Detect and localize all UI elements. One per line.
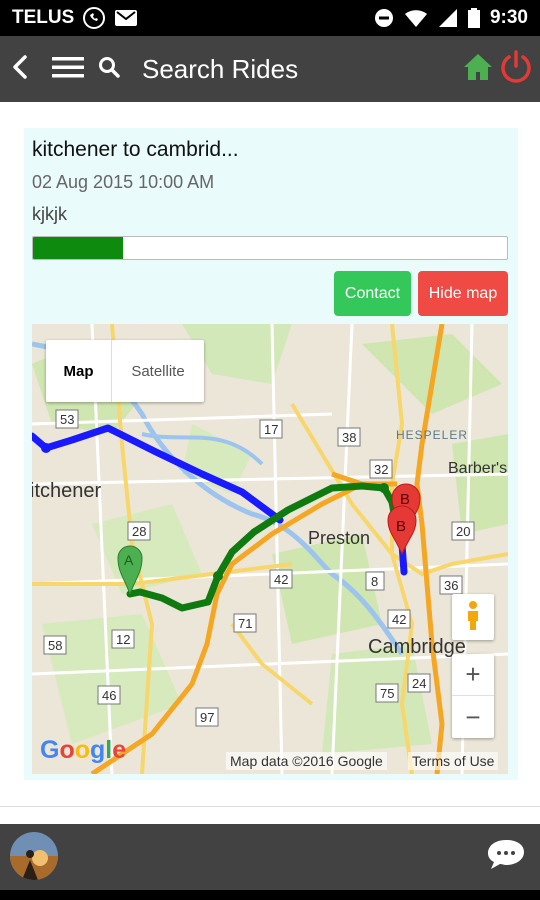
- search-icon: [98, 56, 120, 83]
- zoom-control: + −: [452, 654, 494, 738]
- map-attribution: Map data ©2016 Google: [226, 752, 387, 770]
- ride-title: kitchener to cambrid...: [32, 138, 239, 161]
- road-label: 38: [342, 430, 356, 445]
- back-button[interactable]: [2, 36, 38, 102]
- road-label: 36: [444, 578, 458, 593]
- road-label: 42: [274, 572, 288, 587]
- wifi-icon: [404, 8, 428, 28]
- status-bar: TELUS 9:30: [0, 0, 540, 36]
- marker-b-label: B: [396, 518, 406, 535]
- content-area: kitchener to cambrid... 02 Aug 2015 10:0…: [0, 102, 540, 824]
- carrier-label: TELUS: [12, 7, 75, 28]
- progress-fill: [33, 237, 124, 259]
- road-label: 75: [380, 686, 394, 701]
- map-type-map-button[interactable]: Map: [46, 340, 112, 402]
- road-label: 42: [392, 612, 406, 627]
- road-label: 24: [412, 676, 426, 691]
- pegman-icon: [464, 600, 482, 635]
- ride-card: kitchener to cambrid... 02 Aug 2015 10:0…: [24, 128, 518, 780]
- menu-button[interactable]: [48, 36, 88, 102]
- place-label: itchener: [32, 480, 102, 502]
- marker-a-label: A: [124, 552, 134, 568]
- road-label: 53: [60, 412, 74, 427]
- road-label: 8: [371, 574, 378, 589]
- page-title: Search Rides: [142, 53, 299, 84]
- road-label: 97: [200, 710, 214, 725]
- clock: 9:30: [489, 7, 528, 28]
- ride-progress-bar: [32, 236, 508, 260]
- road-label: 20: [456, 524, 470, 539]
- road-label: 32: [374, 462, 388, 477]
- road-label: 12: [116, 632, 130, 647]
- place-label: Barber's: [448, 460, 508, 477]
- street-view-button[interactable]: [452, 594, 494, 640]
- ride-note: kjkjk: [32, 204, 67, 224]
- do-not-disturb-icon: [374, 8, 394, 28]
- map-type-satellite-button[interactable]: Satellite: [112, 340, 204, 402]
- search-button[interactable]: [92, 36, 126, 102]
- zoom-out-button[interactable]: −: [452, 696, 494, 738]
- battery-icon: [467, 8, 480, 28]
- road-label: 58: [48, 638, 62, 653]
- hamburger-icon: [52, 55, 84, 84]
- hide-map-button[interactable]: Hide map: [418, 271, 508, 316]
- signal-icon: [438, 8, 458, 28]
- chat-button[interactable]: [484, 838, 528, 874]
- google-logo: Google: [40, 736, 127, 764]
- gmail-icon: [114, 8, 138, 28]
- app-bar: Search Rides: [0, 36, 540, 102]
- bottom-bar: [0, 824, 540, 890]
- power-icon: [499, 49, 533, 89]
- route-map[interactable]: 53 17 38 32 28 42 8 36 20 12 71 42 58 46…: [32, 324, 508, 774]
- home-button[interactable]: [460, 36, 496, 102]
- road-label: 46: [102, 688, 116, 703]
- marker-b-label: B: [400, 491, 410, 508]
- terms-of-use-link[interactable]: Terms of Use: [408, 752, 499, 770]
- logout-button[interactable]: [496, 36, 536, 102]
- contact-button[interactable]: Contact: [334, 271, 411, 316]
- whatsapp-icon: [82, 6, 106, 30]
- road-label: 17: [264, 422, 278, 437]
- avatar[interactable]: [10, 832, 58, 880]
- ride-datetime: 02 Aug 2015 10:00 AM: [32, 172, 215, 192]
- zoom-in-button[interactable]: +: [452, 654, 494, 696]
- place-label: HESPELER: [396, 428, 469, 442]
- system-nav-bar: [0, 890, 540, 900]
- back-arrow-icon: [10, 54, 30, 84]
- place-label: Preston: [308, 528, 371, 548]
- chat-bubble-icon: [486, 838, 526, 875]
- map-type-control: Map Satellite: [46, 340, 204, 402]
- divider: [0, 806, 540, 807]
- route-blue: [32, 424, 284, 524]
- road-label: 28: [132, 524, 146, 539]
- home-icon: [463, 53, 493, 86]
- road-label: 71: [238, 616, 252, 631]
